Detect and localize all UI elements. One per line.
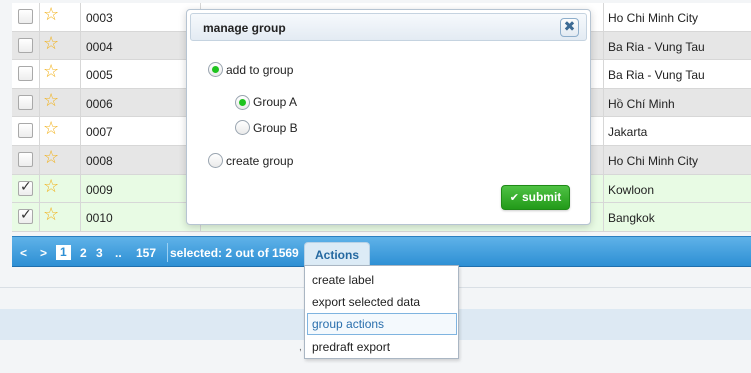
- favorite-cell: ☆: [40, 117, 81, 145]
- row-id: 0008: [86, 153, 113, 168]
- menu-item-predraft-export[interactable]: predraft export: [307, 336, 457, 358]
- page-link-last[interactable]: 157: [136, 246, 156, 260]
- id-cell: 0007: [81, 117, 201, 145]
- page-link-2[interactable]: 2: [80, 246, 87, 260]
- id-cell: 0004: [81, 31, 201, 60]
- menu-item-export-selected[interactable]: export selected data: [307, 291, 457, 313]
- row-select-cell: [12, 88, 40, 117]
- manage-group-dialog: manage group ✖ add to group Group A Grou…: [186, 9, 591, 225]
- city-cell: Ho Chi Minh City: [603, 3, 751, 31]
- city-cell: Jakarta: [603, 117, 751, 145]
- favorite-cell: ☆: [40, 145, 81, 174]
- star-icon[interactable]: ☆: [43, 120, 59, 138]
- selection-count: selected: 2 out of 1569: [170, 246, 299, 260]
- row-id: 0004: [86, 39, 113, 54]
- row-checkbox[interactable]: [18, 123, 33, 139]
- row-id: 0009: [86, 182, 113, 197]
- favorite-cell: ☆: [40, 88, 81, 117]
- menu-item-create-label[interactable]: create label: [307, 269, 457, 291]
- row-id: 0003: [86, 11, 113, 25]
- row-checkbox[interactable]: ✓: [18, 178, 33, 196]
- row-checkbox[interactable]: [18, 151, 33, 167]
- page-ellipsis: ..: [115, 246, 122, 260]
- menu-item-group-actions[interactable]: group actions: [307, 313, 457, 335]
- city-cell: Ba Ria - Vung Tau: [603, 60, 751, 88]
- actions-menu: create label export selected data group …: [304, 265, 459, 359]
- row-checkbox[interactable]: [18, 9, 33, 24]
- favorite-cell: ☆: [40, 60, 81, 88]
- star-icon[interactable]: ☆: [43, 63, 59, 81]
- pager-bar: < > 1 2 3 .. 157 selected: 2 out of 1569…: [12, 236, 751, 268]
- dialog-header: manage group ✖: [190, 13, 587, 41]
- check-icon: ✓: [20, 178, 32, 195]
- close-icon[interactable]: ✖: [560, 18, 579, 37]
- city-cell: Hồ Chí Minh: [603, 88, 751, 117]
- row-city: Jakarta: [608, 125, 648, 140]
- add-to-group-radio[interactable]: [208, 62, 223, 77]
- group-b-label: Group B: [253, 121, 298, 135]
- row-select-cell: ✓: [12, 203, 40, 231]
- row-select-cell: [12, 3, 40, 31]
- row-id: 0010: [86, 211, 113, 226]
- id-cell: 0005: [81, 60, 201, 88]
- group-b-radio[interactable]: [235, 120, 250, 135]
- favorite-cell: ☆: [40, 203, 81, 231]
- app-root: ☆ 0003 Ho Chi Minh City ☆ 0004 Ba Ria - Vung …: [0, 0, 751, 373]
- row-checkbox[interactable]: ✓: [18, 207, 33, 225]
- id-cell: 0009: [81, 174, 201, 203]
- row-checkbox[interactable]: [18, 37, 33, 53]
- row-city: Ba Ria - Vung Tau: [608, 68, 705, 83]
- dialog-title: manage group: [203, 21, 286, 35]
- city-cell: Ho Chi Minh City: [603, 145, 751, 174]
- star-icon[interactable]: ☆: [43, 177, 59, 196]
- row-city: Ba Ria - Vung Tau: [608, 39, 705, 54]
- row-select-cell: [12, 31, 40, 60]
- city-cell: Ba Ria - Vung Tau: [603, 31, 751, 60]
- pager-divider: [167, 243, 168, 262]
- row-city: Ho Chi Minh City: [608, 11, 699, 25]
- favorite-cell: ☆: [40, 31, 81, 60]
- prev-page-link[interactable]: <: [20, 246, 27, 260]
- submit-label: submit: [521, 190, 562, 204]
- create-group-radio[interactable]: [208, 153, 223, 168]
- row-id: 0006: [86, 96, 113, 111]
- star-icon[interactable]: ☆: [43, 34, 59, 53]
- row-id: 0007: [86, 125, 113, 140]
- next-page-link[interactable]: >: [40, 246, 47, 260]
- page-link-current[interactable]: 1: [56, 245, 71, 260]
- checkmark-icon: ✔: [509, 191, 519, 204]
- row-select-cell: [12, 117, 40, 145]
- create-group-label: create group: [226, 154, 294, 168]
- id-cell: 0003: [81, 3, 201, 31]
- id-cell: 0006: [81, 88, 201, 117]
- row-city: Kowloon: [608, 182, 655, 197]
- footer-mark: ,: [299, 342, 302, 353]
- row-select-cell: [12, 60, 40, 88]
- city-cell: Bangkok: [603, 203, 751, 231]
- favorite-cell: ☆: [40, 174, 81, 203]
- add-to-group-label: add to group: [226, 63, 294, 77]
- id-cell: 0008: [81, 145, 201, 174]
- page-link-3[interactable]: 3: [96, 246, 103, 260]
- id-cell: 0010: [81, 203, 201, 231]
- submit-button[interactable]: ✔ submit: [501, 185, 570, 210]
- group-a-radio[interactable]: [235, 95, 250, 110]
- row-checkbox[interactable]: [18, 94, 33, 110]
- star-icon[interactable]: ☆: [43, 148, 59, 167]
- row-id: 0005: [86, 68, 113, 83]
- row-city: Ho Chi Minh City: [608, 153, 699, 168]
- star-icon[interactable]: ☆: [43, 91, 59, 110]
- city-cell: Kowloon: [603, 174, 751, 203]
- favorite-cell: ☆: [40, 3, 81, 31]
- row-checkbox[interactable]: [18, 66, 33, 82]
- row-city: Hồ Chí Minh: [608, 96, 675, 111]
- star-icon[interactable]: ☆: [43, 6, 59, 24]
- group-a-label: Group A: [253, 95, 298, 109]
- check-icon: ✓: [20, 207, 32, 224]
- row-select-cell: ✓: [12, 174, 40, 203]
- star-icon[interactable]: ☆: [43, 206, 59, 224]
- row-select-cell: [12, 145, 40, 174]
- row-city: Bangkok: [608, 211, 655, 226]
